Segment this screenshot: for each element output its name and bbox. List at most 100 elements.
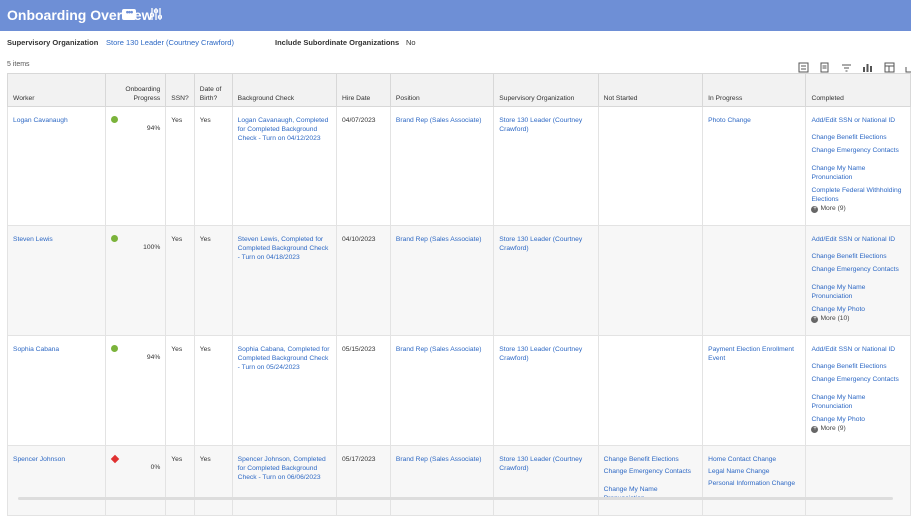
- background-check-link[interactable]: Steven Lewis, Completed for Completed Ba…: [231, 225, 338, 336]
- not-started-cell: [597, 106, 704, 226]
- supervisory-org-link[interactable]: Store 130 Leader (Courtney Crawford): [493, 225, 599, 336]
- more-label: More (9): [820, 205, 846, 213]
- col-hire-date[interactable]: Hire Date: [336, 73, 391, 107]
- hire-date: 04/10/2023: [336, 225, 391, 336]
- dob-value: Yes: [193, 106, 233, 226]
- task-link[interactable]: Add/Edit SSN or National ID: [811, 116, 905, 125]
- ssn-value: Yes: [165, 445, 195, 516]
- subordinate-value: No: [406, 38, 416, 47]
- task-link[interactable]: Change Emergency Contacts: [811, 375, 905, 384]
- col-background-check[interactable]: Background Check: [231, 73, 338, 107]
- status-ok-icon: [111, 345, 119, 352]
- worker-link[interactable]: Logan Cavanaugh: [6, 106, 107, 226]
- table-row: Logan Cavanaugh 94% Yes Yes Logan Cavana…: [6, 106, 911, 226]
- task-link[interactable]: Photo Change: [708, 116, 800, 125]
- worker-link[interactable]: Steven Lewis: [6, 225, 107, 336]
- supervisory-org-link[interactable]: Store 130 Leader (Courtney Crawford): [493, 335, 599, 446]
- position-link[interactable]: Brand Rep (Sales Associate): [389, 445, 495, 516]
- completed-cell: Add/Edit SSN or National ID Change Benef…: [805, 106, 911, 226]
- position-link[interactable]: Brand Rep (Sales Associate): [389, 335, 495, 446]
- more-link[interactable]: + More (9): [811, 424, 905, 434]
- progress-cell: 94%: [105, 106, 167, 226]
- completed-cell: Add/Edit SSN or National ID Change Benef…: [805, 335, 911, 446]
- task-link[interactable]: Change Emergency Contacts: [811, 146, 905, 155]
- items-count: 5 items: [7, 61, 30, 68]
- ssn-value: Yes: [165, 106, 195, 226]
- dob-value: Yes: [193, 445, 233, 516]
- not-started-cell: Change Benefit Elections Change Emergenc…: [597, 445, 704, 516]
- task-link[interactable]: Change Benefit Elections: [811, 362, 905, 371]
- onboarding-table: Worker Onboarding Progress SSN? Date of …: [6, 73, 911, 516]
- in-progress-cell: Photo Change: [702, 106, 807, 226]
- status-alert-icon: [111, 454, 120, 464]
- filter-settings-icon[interactable]: [150, 6, 162, 22]
- org-link[interactable]: Store 130 Leader (Courtney Crawford): [106, 38, 234, 47]
- more-link[interactable]: + More (9): [811, 204, 905, 214]
- position-link[interactable]: Brand Rep (Sales Associate): [389, 225, 495, 336]
- in-progress-cell: [702, 225, 807, 336]
- table-row: Sophia Cabana 94% Yes Yes Sophia Cabana,…: [6, 335, 911, 446]
- ssn-value: Yes: [165, 335, 195, 446]
- dob-value: Yes: [193, 225, 233, 336]
- task-link[interactable]: Change Emergency Contacts: [604, 467, 697, 476]
- task-link[interactable]: Home Contact Change: [708, 455, 800, 464]
- col-dob[interactable]: Date of Birth?: [193, 73, 233, 107]
- task-link[interactable]: Add/Edit SSN or National ID: [811, 235, 905, 244]
- task-link[interactable]: Change My Photo: [811, 415, 905, 424]
- task-link[interactable]: Change My Name Pronunciation: [811, 393, 905, 411]
- horizontal-scrollbar[interactable]: [18, 497, 893, 500]
- progress-value: 100%: [143, 244, 161, 251]
- table-toolbar: [798, 60, 911, 73]
- progress-cell: 100%: [105, 225, 167, 336]
- col-ssn[interactable]: SSN?: [165, 73, 195, 107]
- task-link[interactable]: Change My Name Pronunciation: [811, 283, 905, 301]
- more-link[interactable]: + More (10): [811, 314, 905, 324]
- task-link[interactable]: Legal Name Change: [708, 467, 800, 476]
- status-ok-icon: [111, 235, 119, 242]
- task-link[interactable]: Change My Name Pronunciation: [811, 164, 905, 182]
- col-in-progress[interactable]: In Progress: [702, 73, 807, 107]
- progress-cell: 94%: [105, 335, 167, 446]
- hire-date: 05/15/2023: [336, 335, 391, 446]
- task-link[interactable]: Add/Edit SSN or National ID: [811, 345, 905, 354]
- plus-icon: +: [811, 426, 819, 434]
- task-link[interactable]: Personal Information Change: [708, 479, 800, 488]
- ssn-value: Yes: [165, 225, 195, 336]
- hire-date: 05/17/2023: [336, 445, 391, 516]
- supervisory-org-link[interactable]: Store 130 Leader (Courtney Crawford): [493, 106, 599, 226]
- worker-link[interactable]: Spencer Johnson: [6, 445, 107, 516]
- task-link[interactable]: Change Benefit Elections: [811, 133, 905, 142]
- not-started-cell: [597, 225, 704, 336]
- task-link[interactable]: Change Benefit Elections: [811, 252, 905, 261]
- completed-cell: [805, 445, 911, 516]
- dob-value: Yes: [193, 335, 233, 446]
- task-link[interactable]: Complete Federal Withholding Elections: [811, 186, 905, 204]
- supervisory-org-link[interactable]: Store 130 Leader (Courtney Crawford): [493, 445, 599, 516]
- task-link[interactable]: Change Emergency Contacts: [811, 265, 905, 274]
- col-completed[interactable]: Completed: [805, 73, 911, 107]
- task-link[interactable]: Change My Name Pronunciation: [604, 485, 697, 503]
- background-check-link[interactable]: Logan Cavanaugh, Completed for Completed…: [231, 106, 338, 226]
- position-link[interactable]: Brand Rep (Sales Associate): [389, 106, 495, 226]
- background-check-link[interactable]: Sophia Cabana, Completed for Completed B…: [231, 335, 338, 446]
- table-row: Spencer Johnson 0% Yes Yes Spencer Johns…: [6, 445, 911, 516]
- col-supervisory-org[interactable]: Supervisory Organization: [493, 73, 599, 107]
- col-progress[interactable]: Onboarding Progress: [105, 73, 167, 107]
- completed-cell: Add/Edit SSN or National ID Change Benef…: [805, 225, 911, 336]
- col-not-started[interactable]: Not Started: [597, 73, 704, 107]
- in-progress-cell: Home Contact Change Legal Name Change Pe…: [702, 445, 807, 516]
- task-link[interactable]: Payment Election Enrollment Event: [708, 345, 800, 363]
- related-actions-icon[interactable]: •••: [122, 8, 136, 20]
- background-check-link[interactable]: Spencer Johnson, Completed for Completed…: [231, 445, 338, 516]
- table-header-row: Worker Onboarding Progress SSN? Date of …: [6, 73, 911, 107]
- more-label: More (10): [820, 315, 850, 323]
- task-link[interactable]: Change My Photo: [811, 305, 905, 314]
- status-ok-icon: [111, 116, 119, 123]
- not-started-cell: [597, 335, 704, 446]
- task-link[interactable]: Change Benefit Elections: [604, 455, 697, 464]
- worker-link[interactable]: Sophia Cabana: [6, 335, 107, 446]
- hire-date: 04/07/2023: [336, 106, 391, 226]
- plus-icon: +: [811, 316, 819, 324]
- col-worker[interactable]: Worker: [6, 73, 107, 107]
- col-position[interactable]: Position: [389, 73, 495, 107]
